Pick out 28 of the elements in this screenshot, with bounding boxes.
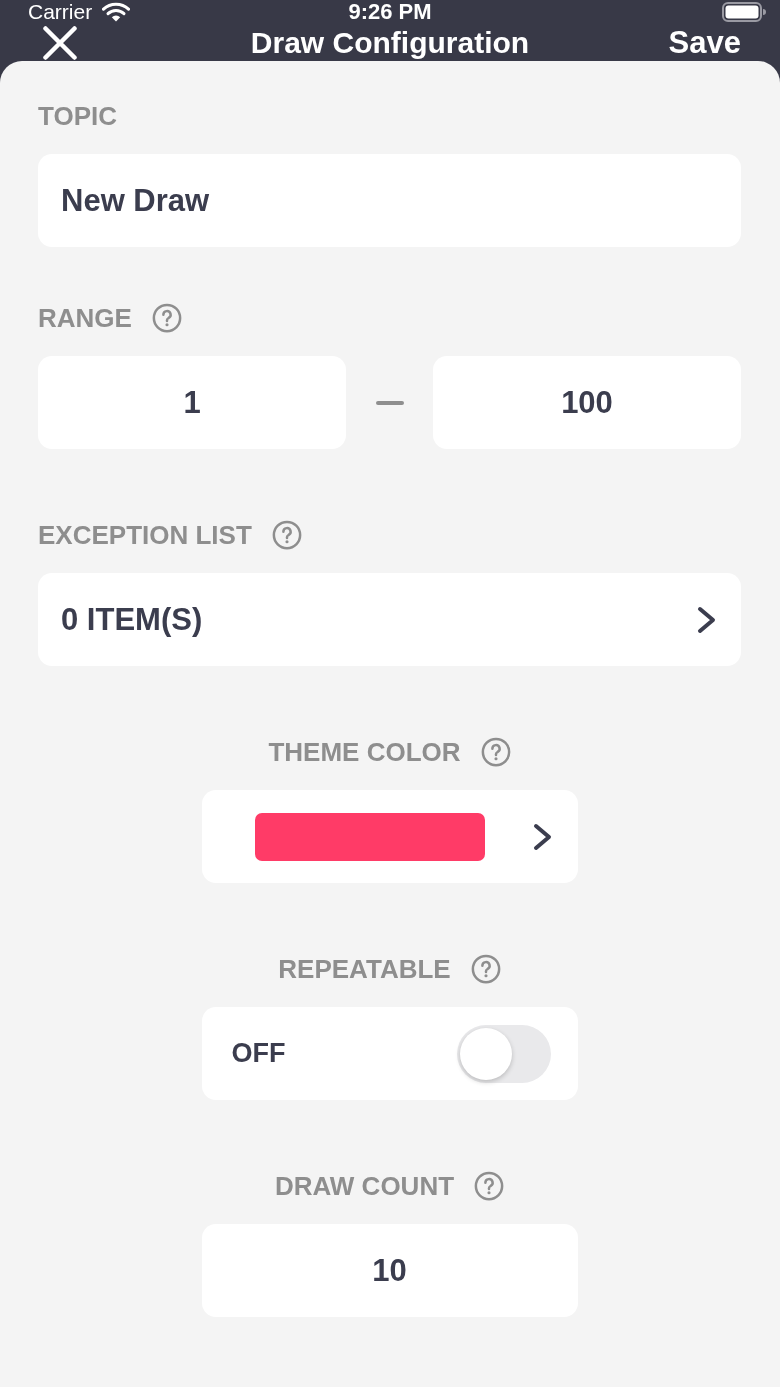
section-label: RANGE — [38, 302, 132, 334]
help-icon[interactable] — [480, 737, 511, 767]
theme-color-button[interactable] — [201, 790, 578, 883]
section-label: REPEATABLE — [278, 953, 451, 985]
exception-list-button[interactable]: 0 ITEM(S) — [38, 573, 741, 666]
section-label: THEME COLOR — [268, 736, 461, 768]
battery-icon — [722, 2, 766, 22]
range-start-field[interactable]: 1 — [38, 356, 346, 449]
dash-icon — [375, 400, 404, 405]
help-icon[interactable] — [271, 520, 302, 550]
section-label: DRAW COUNT — [274, 1170, 455, 1202]
section-label: EXCEPTION LIST — [38, 519, 252, 551]
help-icon[interactable] — [474, 1171, 505, 1201]
topic-field[interactable]: New Draw — [38, 154, 741, 247]
chevron-right-icon — [532, 822, 553, 851]
help-icon[interactable] — [151, 303, 182, 333]
draw-count-field[interactable]: 10 — [201, 1224, 578, 1317]
carrier-label: Carrier — [28, 0, 93, 24]
wifi-icon — [102, 2, 131, 22]
status-time: 9:26 PM — [348, 0, 432, 25]
section-label: TOPIC — [38, 100, 117, 132]
toggle-state-label: OFF — [231, 1038, 286, 1069]
nav-title: Draw Configuration — [250, 25, 530, 60]
chevron-right-icon — [697, 605, 717, 634]
help-icon[interactable] — [470, 954, 501, 984]
save-button[interactable]: Save — [668, 24, 741, 61]
range-end-field[interactable]: 100 — [433, 356, 741, 449]
close-button[interactable] — [43, 25, 77, 60]
